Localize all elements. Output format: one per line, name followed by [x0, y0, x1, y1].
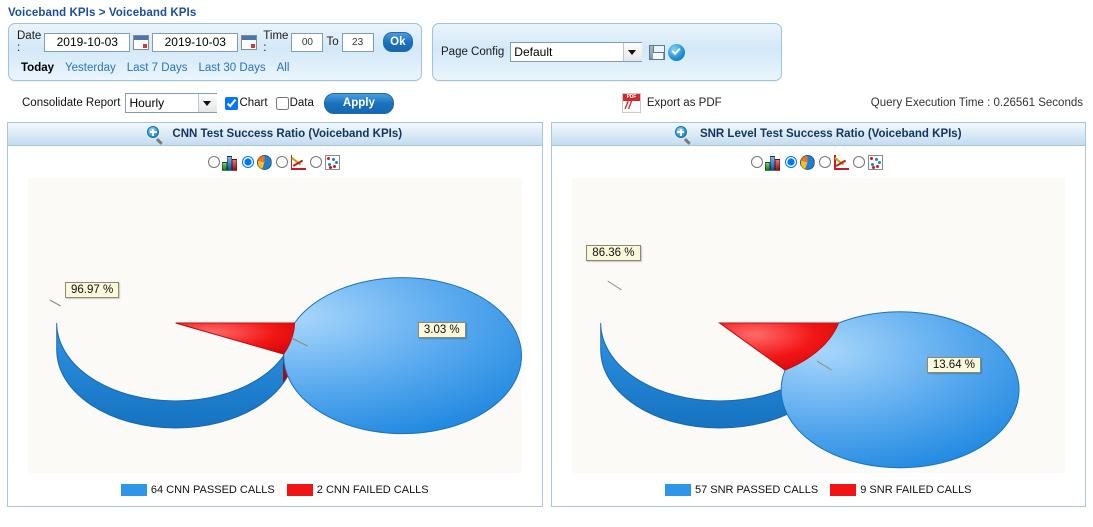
report-toolbar: Consolidate Report Hourly Chart Data App… — [0, 86, 1093, 120]
legend-item-failed-cnn: 2 CNN FAILED CALLS — [286, 483, 429, 496]
chart-type-pie-radio-cnn[interactable] — [241, 156, 254, 168]
date-filter-panel: Date : Time : To Ok Today Yesterday Last… — [8, 23, 422, 81]
legend-swatch-passed — [664, 483, 691, 496]
date-label: Date : — [17, 30, 42, 54]
bar-chart-icon — [764, 153, 783, 172]
legend-swatch-failed — [830, 483, 857, 496]
consolidate-report-label: Consolidate Report — [22, 97, 121, 109]
chart-title-snr: SNR Level Test Success Ratio (Voiceband … — [699, 128, 962, 140]
pie-label-passed-snr: 86.36 % — [586, 243, 641, 261]
legend-snr: 57 SNR PASSED CALLS 9 SNR FAILED CALLS — [551, 473, 1085, 506]
chart-type-bar-snr[interactable] — [751, 153, 783, 172]
filter-row: Date : Time : To Ok Today Yesterday Last… — [0, 23, 1093, 81]
legend-cnn: 64 CNN PASSED CALLS 2 CNN FAILED CALLS — [8, 473, 542, 506]
page-config-panel: Page Config Default — [432, 23, 782, 81]
legend-label-passed-snr: 57 SNR PASSED CALLS — [694, 483, 819, 496]
scatter-chart-icon — [866, 153, 885, 172]
quick-range-last-7-days[interactable]: Last 7 Days — [127, 62, 188, 74]
quick-range-last-30-days[interactable]: Last 30 Days — [198, 62, 265, 74]
legend-swatch-passed — [120, 483, 147, 496]
scatter-chart-icon — [323, 153, 342, 172]
zoom-in-icon-cnn[interactable] — [147, 126, 164, 145]
pie-label-failed-cnn: 3.03 % — [417, 320, 466, 338]
check-circle-icon[interactable] — [668, 43, 686, 61]
page-config-label: Page Config — [441, 46, 505, 58]
page-config-select[interactable]: Default — [510, 42, 643, 62]
quick-range-today[interactable]: Today — [21, 62, 54, 74]
legend-item-passed-cnn: 64 CNN PASSED CALLS — [120, 483, 275, 496]
chart-panel-header-cnn: CNN Test Success Ratio (Voiceband KPIs) — [8, 123, 542, 146]
plot-area-cnn: 96.97 % 3.03 % — [28, 178, 522, 473]
legend-label-failed-snr: 9 SNR FAILED CALLS — [860, 483, 972, 496]
chart-type-scatter-snr[interactable] — [853, 153, 885, 172]
quick-range-yesterday[interactable]: Yesterday — [65, 62, 116, 74]
chart-type-scatter-radio-snr[interactable] — [853, 156, 866, 168]
quick-range-links: Today Yesterday Last 7 Days Last 30 Days… — [17, 54, 413, 74]
data-checkbox-label: Data — [289, 97, 314, 109]
chart-checkbox-wrapper[interactable]: Chart — [225, 96, 268, 110]
line-chart-icon — [832, 153, 851, 172]
legend-swatch-failed — [286, 483, 313, 496]
chart-type-line-cnn[interactable] — [275, 153, 308, 172]
chart-type-scatter-cnn[interactable] — [309, 153, 342, 172]
chart-type-line-radio-snr[interactable] — [819, 156, 832, 168]
chart-type-scatter-radio-cnn[interactable] — [309, 156, 322, 168]
export-as-pdf-button[interactable]: Export as PDF — [621, 93, 722, 113]
line-chart-icon — [289, 153, 308, 172]
chart-panel-cnn: CNN Test Success Ratio (Voiceband KPIs) — [7, 122, 543, 507]
chart-type-pie-snr[interactable] — [785, 153, 817, 172]
legend-label-failed-cnn: 2 CNN FAILED CALLS — [316, 483, 429, 496]
chart-title-cnn: CNN Test Success Ratio (Voiceband KPIs) — [172, 128, 403, 140]
chart-type-bar-radio-cnn[interactable] — [207, 156, 220, 168]
time-from-input[interactable] — [291, 32, 324, 52]
time-label: Time : — [263, 30, 289, 54]
data-checkbox-wrapper[interactable]: Data — [275, 96, 314, 110]
pie-chart-snr — [599, 280, 1020, 469]
save-icon[interactable] — [649, 44, 666, 60]
date-from-input[interactable] — [44, 32, 131, 52]
chart-type-selector-cnn — [8, 146, 542, 178]
charts-container: CNN Test Success Ratio (Voiceband KPIs) — [0, 120, 1093, 507]
consolidate-report-select[interactable]: Hourly — [125, 93, 218, 113]
chart-checkbox-label: Chart — [239, 97, 268, 109]
chart-type-bar-radio-snr[interactable] — [751, 156, 764, 168]
pdf-icon — [621, 93, 641, 113]
calendar-icon-to[interactable] — [241, 34, 258, 50]
chart-type-line-snr[interactable] — [819, 153, 851, 172]
legend-label-passed-cnn: 64 CNN PASSED CALLS — [150, 483, 275, 496]
pie-label-passed-cnn: 96.97 % — [65, 280, 120, 298]
chart-type-pie-cnn[interactable] — [241, 153, 274, 172]
pie-chart-icon — [255, 153, 274, 172]
quick-range-all[interactable]: All — [277, 62, 290, 74]
export-as-pdf-label: Export as PDF — [646, 97, 722, 109]
date-to-input[interactable] — [152, 32, 239, 52]
time-to-label: To — [326, 36, 339, 48]
pie-chart-icon — [798, 153, 817, 172]
apply-button[interactable]: Apply — [323, 92, 394, 114]
legend-item-failed-snr: 9 SNR FAILED CALLS — [830, 483, 972, 496]
zoom-in-icon-snr[interactable] — [674, 126, 691, 145]
breadcrumb: Voiceband KPIs > Voiceband KPIs — [8, 7, 197, 19]
legend-item-passed-snr: 57 SNR PASSED CALLS — [664, 483, 819, 496]
chart-type-pie-radio-snr[interactable] — [785, 156, 798, 168]
time-to-input[interactable] — [341, 32, 374, 52]
chart-checkbox[interactable] — [225, 96, 239, 110]
chart-type-bar-cnn[interactable] — [207, 153, 240, 172]
chart-type-line-radio-cnn[interactable] — [275, 156, 288, 168]
bar-chart-icon — [221, 153, 240, 172]
query-execution-time: Query Execution Time : 0.26561 Seconds — [870, 97, 1083, 109]
calendar-icon-from[interactable] — [133, 34, 150, 50]
chart-panel-header-snr: SNR Level Test Success Ratio (Voiceband … — [551, 123, 1085, 146]
plot-area-snr: 86.36 % 13.64 % — [571, 178, 1065, 473]
chart-panel-snr: SNR Level Test Success Ratio (Voiceband … — [550, 122, 1086, 507]
data-checkbox[interactable] — [275, 96, 289, 110]
chart-type-selector-snr — [551, 146, 1085, 178]
ok-button[interactable]: Ok — [382, 32, 413, 52]
pie-label-failed-snr: 13.64 % — [926, 355, 982, 373]
